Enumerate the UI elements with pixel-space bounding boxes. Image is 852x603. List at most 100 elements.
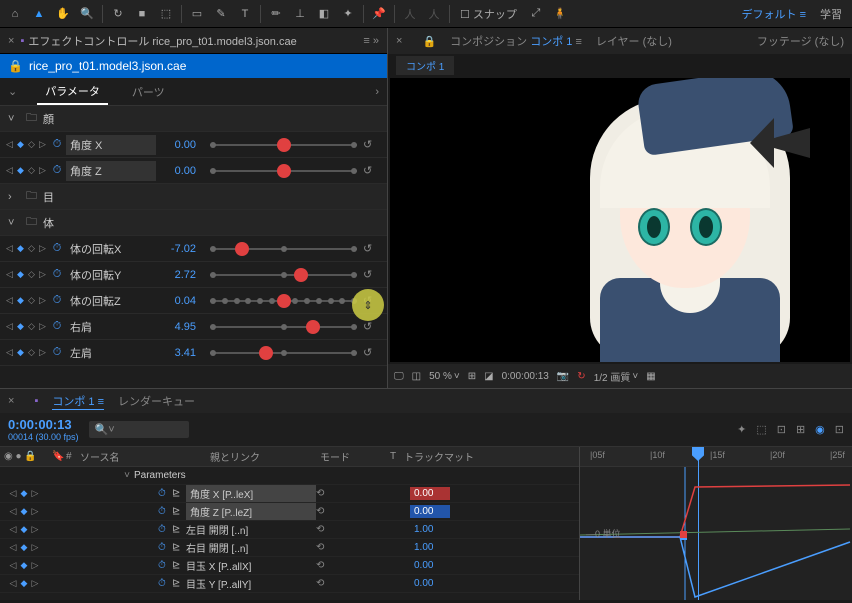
param-slider[interactable] [210,248,357,250]
parameters-group-row[interactable]: ˅ Parameters [0,467,579,485]
param-slider[interactable] [210,300,357,302]
reset-icon[interactable]: ↺ [363,138,377,151]
link-icon[interactable]: ⟲ [316,524,330,535]
tl-icon[interactable]: ⊡ [777,423,786,436]
keyframe-icon[interactable]: ◆ [16,140,26,150]
stopwatch-icon[interactable]: ⏱ [50,346,64,359]
param-group[interactable]: ˅ 🗀 顔 [0,106,387,132]
tl-icon[interactable]: ⬚ [756,423,766,436]
next-keyframe-icon[interactable]: ▷ [38,322,48,332]
timeline-param-row[interactable]: ◁ ◆ ▷ ⏱ ⊵ 角度 Z [P..leZ] ⟲ 0.00 [0,503,579,521]
timeline-param-row[interactable]: ◁ ◆ ▷ ⏱ ⊵ 左目 開閉 [..n] ⟲ 1.00 [0,521,579,539]
keyframe-outline-icon[interactable]: ◇ [27,322,37,332]
breadcrumb-comp[interactable]: コンポ 1 [396,56,454,75]
pen-tool-icon[interactable]: ✎ [210,3,232,25]
reset-icon[interactable]: ↺ [363,242,377,255]
param-group[interactable]: ˅ 🗀 体 [0,210,387,236]
param-slider[interactable] [210,144,357,146]
time-ruler[interactable]: |05f|10f|15f|20f|25f [580,447,852,467]
next-keyframe-icon[interactable]: ▷ [38,166,48,176]
prev-keyframe-icon[interactable]: ◁ [5,270,15,280]
tab-render-queue[interactable]: レンダーキュー [118,393,195,409]
stopwatch-icon[interactable]: ⏱ [158,542,172,553]
chevron-down-icon[interactable]: ⌄ [8,85,17,98]
stamp-tool-icon[interactable]: ⊥ [289,3,311,25]
tl-icon[interactable]: ⊡ [835,423,844,436]
graph-icon[interactable]: ⊵ [172,542,186,553]
prev-keyframe-icon[interactable]: ◁ [8,561,18,571]
stopwatch-icon[interactable]: ⏱ [158,578,172,589]
param-value[interactable]: 3.41 [158,347,202,359]
timeline-param-row[interactable]: ◁ ◆ ▷ ⏱ ⊵ 角度 X [P..leX] ⟲ 0.00 [0,485,579,503]
view-icon[interactable]: ▦ [646,371,655,382]
prev-keyframe-icon[interactable]: ◁ [8,489,18,499]
quality-dropdown[interactable]: 1/2 画質 ˅ [594,369,639,384]
tl-icon[interactable]: ⊞ [796,423,805,436]
snapshot-icon[interactable]: 📷 [557,371,569,382]
next-keyframe-icon[interactable]: ▷ [30,579,40,589]
param-slider[interactable] [210,352,357,354]
vr-icon[interactable]: ◫ [412,371,421,382]
stopwatch-icon[interactable]: ⏱ [158,506,172,517]
camera-tool-icon[interactable]: ■ [131,3,153,25]
puppet2-icon[interactable]: 人 [423,3,445,25]
tab-parts[interactable]: パーツ [124,80,173,104]
tab-comp1[interactable]: コンポ 1 ≡ [52,393,104,410]
brush-tool-icon[interactable]: ✏ [265,3,287,25]
next-keyframe-icon[interactable]: ▷ [30,561,40,571]
stopwatch-icon[interactable]: ⏱ [158,488,172,499]
tl-icon[interactable]: ✦ [737,423,746,436]
keyframe-outline-icon[interactable]: ◇ [27,166,37,176]
next-keyframe-icon[interactable]: ▷ [30,543,40,553]
reset-icon[interactable]: ↺ [363,320,377,333]
panel-menu-icon[interactable]: ≡ » [363,35,379,47]
param-value[interactable]: 0.00 [158,139,202,151]
tl-icon[interactable]: ◉ [815,423,825,436]
snap-options-icon[interactable]: ⤢ [525,3,547,25]
keyframe-icon[interactable]: ◆ [16,348,26,358]
close-icon[interactable]: × [8,35,14,47]
keyframe-icon[interactable]: ◆ [16,270,26,280]
timecode-display[interactable]: 0:00:00:13 [8,417,79,432]
timeline-param-value[interactable]: 0.00 [410,559,450,572]
next-keyframe-icon[interactable]: ▷ [38,296,48,306]
workspace-study[interactable]: 学習 [814,6,848,22]
next-keyframe-icon[interactable]: ▷ [30,507,40,517]
param-slider[interactable] [210,274,357,276]
zoom-dropdown[interactable]: 50 % ˅ [429,371,460,382]
keyframe-icon[interactable]: ◆ [19,525,29,535]
param-value[interactable]: 0.00 [158,165,202,177]
keyframe-icon[interactable]: ◆ [16,322,26,332]
home-icon[interactable]: ⌂ [4,3,26,25]
next-keyframe-icon[interactable]: ▷ [38,244,48,254]
reset-icon[interactable]: ↺ [363,164,377,177]
timeline-param-value[interactable]: 0.00 [410,505,450,518]
grid-icon[interactable]: ⊞ [468,371,476,382]
lock-icon[interactable]: 🔒 [8,59,23,73]
text-tool-icon[interactable]: T [234,3,256,25]
keyframe-icon[interactable]: ◆ [16,244,26,254]
link-icon[interactable]: ⟲ [316,488,330,499]
tab-footage[interactable]: フッテージ (なし) [757,33,844,49]
graph-icon[interactable]: ⊵ [172,560,186,571]
stopwatch-icon[interactable]: ⏱ [50,268,64,281]
shape-tool-icon[interactable]: ▭ [186,3,208,25]
param-group[interactable]: › 🗀 目 [0,184,387,210]
keyframe-outline-icon[interactable]: ◇ [27,270,37,280]
stopwatch-icon[interactable]: ⏱ [50,164,64,177]
next-keyframe-icon[interactable]: ▷ [30,489,40,499]
next-keyframe-icon[interactable]: ▷ [30,525,40,535]
reset-icon[interactable]: ↺ [363,268,377,281]
param-value[interactable]: 4.95 [158,321,202,333]
keyframe-icon[interactable]: ◆ [16,166,26,176]
stopwatch-icon[interactable]: ⏱ [50,138,64,151]
viewport[interactable] [390,78,850,362]
next-keyframe-icon[interactable]: ▷ [38,270,48,280]
timeline-param-value[interactable]: 0.00 [410,487,450,500]
prev-keyframe-icon[interactable]: ◁ [5,166,15,176]
tab-composition[interactable]: コンポジション コンポ 1 ≡ [450,33,582,49]
chevron-right-icon[interactable]: › [8,191,20,203]
graph-icon[interactable]: ⊵ [172,506,186,517]
prev-keyframe-icon[interactable]: ◁ [8,525,18,535]
chevron-down-icon[interactable]: ˅ [120,470,134,481]
